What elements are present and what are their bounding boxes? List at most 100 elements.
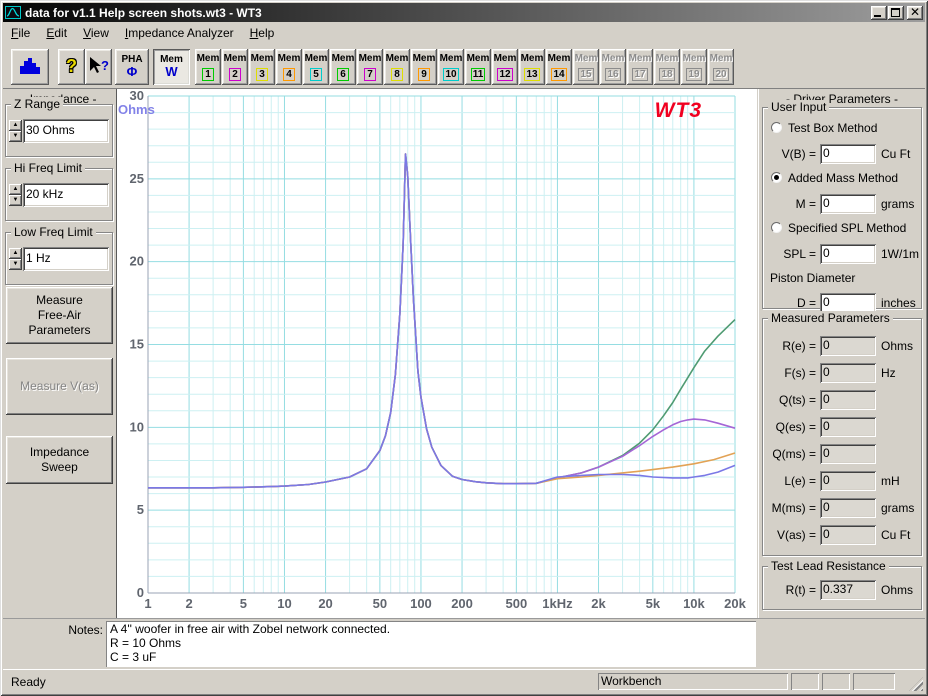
radio-specified-spl-method[interactable] [771,222,782,233]
menu-view[interactable]: View [75,24,117,42]
title-bar[interactable]: data for v1.1 Help screen shots.wt3 - WT… [3,3,925,22]
label-r-t: R(t) = [765,583,816,597]
memory-overlay-toggle-button[interactable]: Mem W [153,49,190,85]
z-range-field[interactable]: 30 Ohms [23,119,109,143]
maximize-icon [891,8,900,17]
mem-button-number: 4 [283,68,295,81]
field-q-ts: 0 [820,390,876,410]
svg-text:20k: 20k [724,596,746,611]
input-v-b[interactable]: 0 [820,144,876,164]
toolbar-mem-7-button[interactable]: Mem7 [357,49,383,85]
close-button[interactable]: ✕ [907,6,923,20]
minimize-button[interactable] [871,6,887,20]
label-r-e: R(e) = [765,339,816,353]
group-measured-parameters: Measured ParametersR(e) =0OhmsF(s) =0HzQ… [762,318,922,556]
mem-button-label: Mem [303,49,329,64]
hi-freq-limit-spin-down[interactable]: ▼ [9,195,22,206]
context-help-button[interactable]: ? [85,49,112,85]
toolbar-mem-2-button[interactable]: Mem2 [222,49,248,85]
mem-button-number: 20 [713,68,728,81]
toolbar-mem-11-button[interactable]: Mem11 [465,49,491,85]
menu-file[interactable]: File [3,24,38,42]
row-f-s: F(s) =0Hz [765,363,919,385]
group-label-low-freq-limit: Low Freq Limit [11,225,96,239]
mem-button-label: Mem [438,49,464,64]
mem-button-number: 17 [632,68,647,81]
radio-added-mass-method[interactable] [771,172,782,183]
low-freq-limit-spin-up[interactable]: ▲ [9,248,22,259]
field-v-as: 0 [820,525,876,545]
toolbar-mem-9-button[interactable]: Mem9 [411,49,437,85]
context-help-arrow-icon: ? [88,56,110,76]
z-range-spin-up[interactable]: ▲ [9,120,22,131]
input-d[interactable]: 0 [820,293,876,313]
svg-text:2k: 2k [591,596,606,611]
low-freq-limit-spin-down[interactable]: ▼ [9,259,22,270]
unit-l-e: mH [881,474,900,488]
toolbar-mem-20-button: Mem20 [708,49,734,85]
svg-text:5: 5 [137,502,144,517]
toolbar-mem-10-button[interactable]: Mem 10 [438,49,464,85]
mem-button-number: 5 [310,68,322,81]
measure-free-air-parameters-button[interactable]: MeasureFree-AirParameters [6,287,113,344]
row-q-es: Q(es) =0 [765,417,919,439]
impedance-sweep-button[interactable]: ImpedanceSweep [6,436,113,484]
toolbar-mem-3-button[interactable]: Mem3 [249,49,275,85]
mem-button-label: Mem [330,49,356,64]
toolbar-mem-14-button[interactable]: Mem14 [546,49,572,85]
menu-help[interactable]: Help [242,24,283,42]
mem-button-number: 15 [578,68,593,81]
phase-toggle-button[interactable]: PHA Φ [115,49,149,85]
toolbar-mem-19-button: Mem19 [681,49,707,85]
toolbar-mem-13-button[interactable]: Mem13 [519,49,545,85]
label-v-as: V(as) = [765,528,816,542]
measure-v-as-button: Measure V(as) [6,358,113,415]
toolbar-mem-6-button[interactable]: Mem6 [330,49,356,85]
toolbar-mem-12-button[interactable]: Mem12 [492,49,518,85]
impedance-view-button[interactable] [11,49,49,85]
toolbar-mem-1-button[interactable]: Mem1 [195,49,221,85]
unit-m-ms: grams [881,501,914,515]
row-r-e: R(e) =0Ohms [765,336,919,358]
about-button[interactable]: ? [58,49,85,85]
mem-button-label: Mem [519,49,545,64]
svg-text:20: 20 [318,596,332,611]
wt3-logo: WT3 [655,99,702,122]
menu-edit[interactable]: Edit [38,24,75,42]
svg-text:?: ? [101,58,109,73]
radio-label-test-box-method: Test Box Method [788,121,877,135]
svg-text:25: 25 [130,171,144,186]
notes-row: Notes: A 4'' woofer in free air with Zob… [3,618,925,669]
mem-button-number: 14 [551,68,566,81]
radio-test-box-method[interactable] [771,122,782,133]
label-q-es: Q(es) = [765,420,816,434]
toolbar-mem-15-button: Mem15 [573,49,599,85]
hi-freq-limit-field[interactable]: 20 kHz [23,183,109,207]
mem-button-label: Mem [654,49,680,64]
hi-freq-limit-spin-up[interactable]: ▲ [9,184,22,195]
mem-button-label: Mem [600,49,626,64]
input-spl[interactable]: 0 [820,244,876,264]
z-range-spin-down[interactable]: ▼ [9,131,22,142]
row-q-ms: Q(ms) =0 [765,444,919,466]
mem-button-number: 10 [443,68,458,81]
input-m[interactable]: 0 [820,194,876,214]
close-icon: ✕ [907,5,923,19]
resize-grip[interactable] [909,677,923,691]
mem-button-label: Mem [249,49,275,64]
toolbar-mem-5-button[interactable]: Mem 5 [303,49,329,85]
mem-button-label: Mem [195,49,221,64]
row-l-e: L(e) =0mH [765,471,919,493]
field-l-e: 0 [820,471,876,491]
mem-button-label: Mem [222,49,248,64]
svg-text:2: 2 [185,596,192,611]
svg-text:10: 10 [130,419,144,434]
toolbar-mem-4-button[interactable]: Mem4 [276,49,302,85]
mem-button-label: Mem [492,49,518,64]
menu-impedance-analyzer[interactable]: Impedance Analyzer [117,24,242,42]
notes-textarea[interactable]: A 4'' woofer in free air with Zobel netw… [106,621,756,667]
unit-r-t: Ohms [881,583,913,597]
maximize-button[interactable] [888,6,904,20]
low-freq-limit-field[interactable]: 1 Hz [23,247,109,271]
toolbar-mem-8-button[interactable]: Mem8 [384,49,410,85]
